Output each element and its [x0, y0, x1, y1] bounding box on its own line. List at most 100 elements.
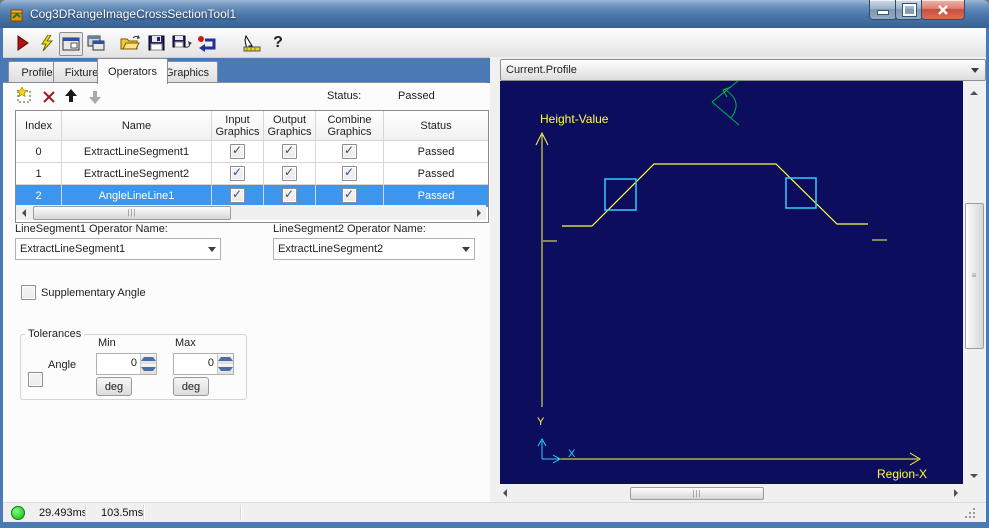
display-h-scrollbar[interactable]: |||	[497, 486, 963, 500]
min-unit-button[interactable]: deg	[96, 377, 132, 396]
max-unit-button[interactable]: deg	[173, 377, 209, 396]
add-operator-button[interactable]	[16, 87, 33, 104]
col-index[interactable]: Index	[16, 111, 62, 141]
delete-operator-button[interactable]	[40, 88, 57, 105]
scroll-down-icon	[970, 473, 978, 478]
min-value: 0	[130, 357, 137, 369]
chevron-down-icon	[457, 239, 474, 259]
cell-status: Passed	[384, 141, 488, 163]
combine-graphics-checkbox[interactable]	[342, 187, 357, 203]
display-source-combo[interactable]: Current.Profile	[500, 59, 986, 81]
display-v-scrollbar[interactable]: ≡	[964, 84, 984, 484]
run-icon	[17, 35, 29, 51]
linesegment1-combo[interactable]: ExtractLineSegment1	[15, 238, 221, 260]
max-spinner[interactable]: 0	[173, 353, 234, 375]
move-up-button[interactable]	[63, 87, 80, 104]
reset-button[interactable]	[197, 32, 219, 54]
profile-graph[interactable]: Height-Value Y Region-X X	[500, 80, 963, 484]
linesegment2-label: LineSegment2 Operator Name:	[273, 223, 426, 235]
live-run-button[interactable]	[36, 32, 58, 54]
open-button[interactable]	[119, 32, 141, 54]
input-graphics-checkbox[interactable]	[230, 143, 245, 159]
tool-window: Cog3DRangeImageCrossSectionTool1 ? Profi…	[0, 0, 989, 528]
supplementary-angle-label: Supplementary Angle	[41, 287, 146, 299]
max-label: Max	[175, 337, 196, 349]
linesegment1-value: ExtractLineSegment1	[20, 243, 126, 255]
statusbar-divider	[85, 505, 86, 520]
x-marker: X	[568, 448, 576, 460]
help-button[interactable]: ?	[267, 32, 289, 54]
table-row[interactable]: 1 ExtractLineSegment2 Passed	[16, 163, 488, 185]
y-axis-label: Height-Value	[540, 112, 609, 126]
min-spinner[interactable]: 0	[96, 353, 157, 375]
save-button[interactable]	[145, 32, 167, 54]
col-status[interactable]: Status	[384, 111, 488, 141]
y-marker: Y	[537, 416, 545, 428]
chevron-down-icon	[203, 239, 220, 259]
output-graphics-checkbox[interactable]	[282, 143, 297, 159]
angle-label: Angle	[48, 359, 77, 371]
spin-up-icon[interactable]	[141, 354, 156, 364]
table-row-selected[interactable]: 2 AngleLineLine1 Passed	[16, 185, 488, 207]
scroll-right-icon	[476, 208, 481, 217]
output-graphics-checkbox[interactable]	[282, 187, 297, 203]
linesegment1-box	[604, 178, 637, 211]
new-operator-icon	[16, 87, 31, 103]
minimize-button[interactable]	[869, 0, 897, 20]
app-icon	[10, 9, 23, 22]
maximize-button[interactable]	[895, 0, 923, 20]
col-combine-graphics[interactable]: Combine Graphics	[316, 111, 384, 141]
tab-label: Operators	[108, 65, 157, 78]
h-scroll-thumb[interactable]: |||	[630, 487, 764, 500]
save-as-icon	[172, 35, 192, 48]
linesegment2-combo[interactable]: ExtractLineSegment2	[273, 238, 475, 260]
spin-down-icon[interactable]	[141, 364, 156, 374]
v-scroll-thumb[interactable]: ≡	[965, 203, 984, 349]
title-bar[interactable]: Cog3DRangeImageCrossSectionTool1	[0, 0, 989, 28]
spin-down-icon[interactable]	[218, 364, 233, 374]
spin-up-icon[interactable]	[218, 354, 233, 364]
show-tool-display-button[interactable]	[59, 32, 83, 56]
close-icon	[922, 0, 964, 19]
input-graphics-checkbox[interactable]	[230, 187, 245, 203]
open-folder-icon	[120, 35, 140, 50]
combine-graphics-checkbox[interactable]	[342, 143, 357, 159]
table-scroll-thumb[interactable]: |||	[33, 206, 231, 220]
float-tool-display-button[interactable]	[85, 32, 107, 54]
angle-tolerance-checkbox[interactable]	[28, 372, 43, 387]
chevron-down-icon	[965, 67, 985, 73]
minimize-icon	[870, 0, 896, 19]
tab-label: Graphics	[164, 66, 210, 79]
statusbar-divider	[240, 505, 241, 520]
input-graphics-checkbox[interactable]	[230, 165, 245, 181]
run-button[interactable]	[12, 32, 34, 54]
x-axis-label: Region-X	[877, 467, 927, 481]
max-value: 0	[207, 357, 214, 369]
min-unit-label: deg	[104, 380, 124, 393]
save-as-button[interactable]	[171, 32, 193, 54]
float-display-icon	[87, 35, 105, 50]
cell-name: ExtractLineSegment1	[62, 141, 212, 163]
electrode-button[interactable]	[241, 32, 263, 54]
move-down-button[interactable]	[87, 88, 104, 105]
help-icon: ?	[273, 34, 283, 51]
combine-graphics-checkbox[interactable]	[342, 165, 357, 181]
up-arrow-icon	[65, 88, 77, 102]
col-name[interactable]: Name	[62, 111, 212, 141]
col-input-graphics[interactable]: Input Graphics	[212, 111, 264, 141]
status-value: Passed	[398, 90, 435, 102]
tab-operators[interactable]: Operators	[97, 58, 168, 84]
output-graphics-checkbox[interactable]	[282, 165, 297, 181]
tab-divider	[3, 82, 487, 83]
col-output-graphics[interactable]: Output Graphics	[264, 111, 316, 141]
linesegment2-value: ExtractLineSegment2	[278, 243, 384, 255]
resize-grip-icon[interactable]	[963, 508, 977, 520]
tolerances-title: Tolerances	[28, 328, 82, 340]
supplementary-angle-checkbox[interactable]	[21, 285, 36, 300]
cell-name: ExtractLineSegment2	[62, 163, 212, 185]
table-h-scrollbar[interactable]: |||	[16, 205, 486, 220]
table-row[interactable]: 0 ExtractLineSegment1 Passed	[16, 141, 488, 163]
save-icon	[148, 35, 164, 51]
close-button[interactable]	[921, 0, 965, 20]
scroll-left-icon	[21, 208, 26, 217]
